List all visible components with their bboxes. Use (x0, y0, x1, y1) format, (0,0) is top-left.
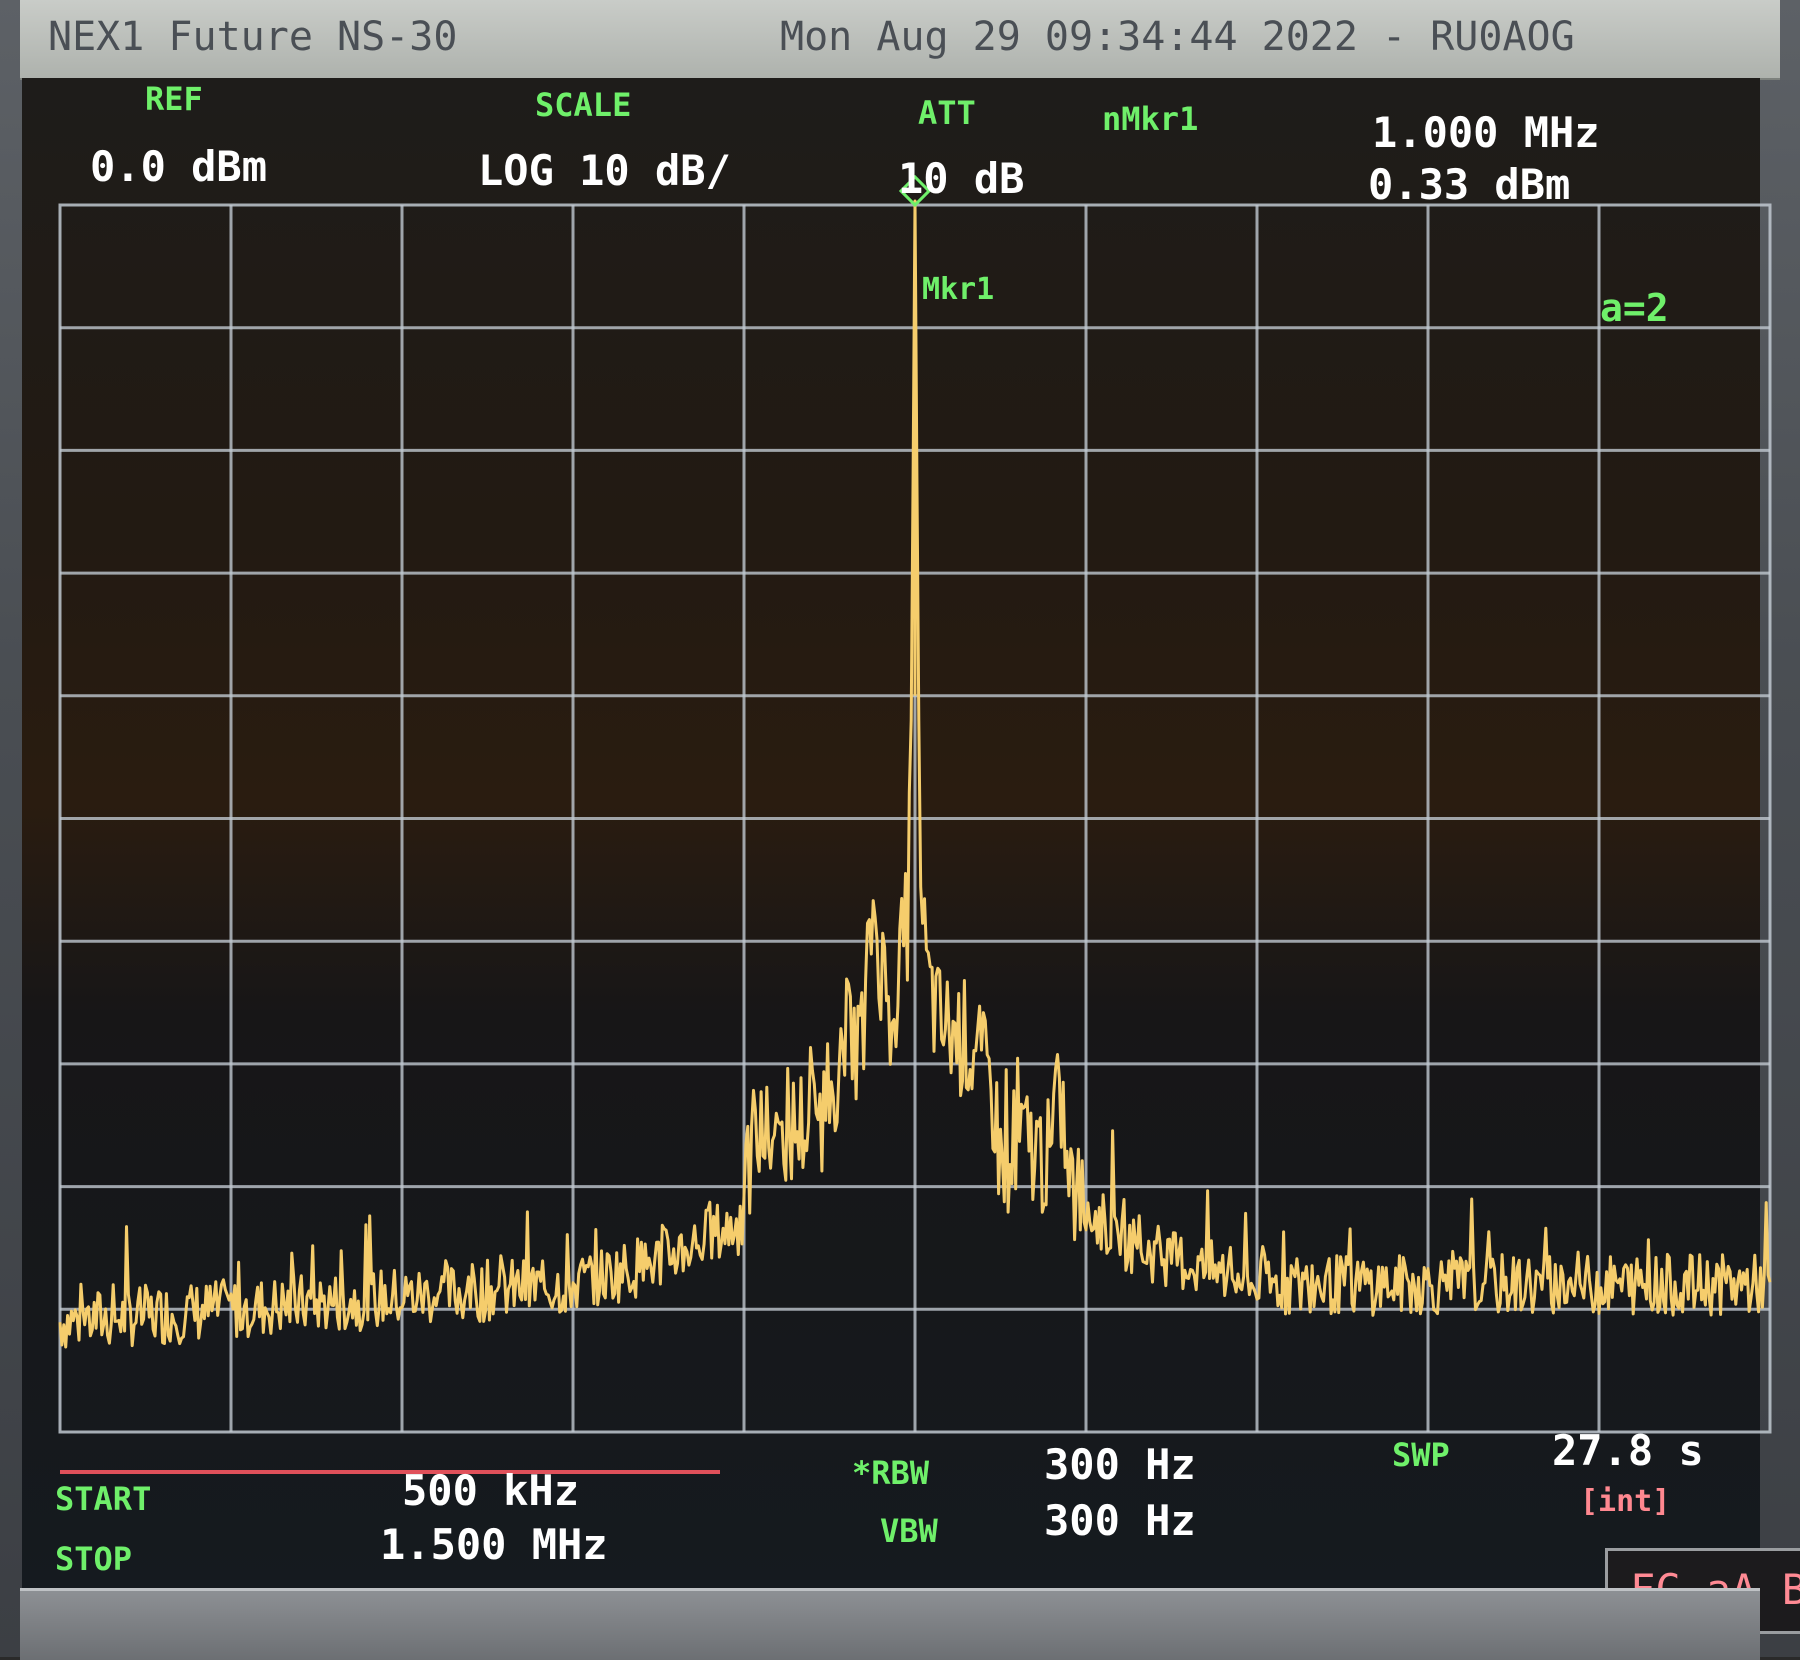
swp-value[interactable]: 27.8 s (1552, 1426, 1704, 1475)
bottom-bezel (20, 1588, 1760, 1660)
vbw-value[interactable]: 300 Hz (1044, 1496, 1196, 1545)
marker-frequency: 1.000 MHz (1372, 108, 1600, 157)
start-value[interactable]: 500 kHz (402, 1466, 579, 1515)
marker-level: 0.33 dBm (1368, 160, 1571, 209)
swp-label: SWP (1392, 1436, 1450, 1474)
spectrum-plot (58, 174, 1772, 1434)
att-label: ATT (918, 94, 976, 132)
ref-label: REF (145, 80, 203, 118)
stop-label: STOP (55, 1540, 133, 1578)
att-value[interactable]: 10 dB (898, 154, 1024, 203)
start-label: START (55, 1480, 152, 1518)
marker-label: nMkr1 (1102, 100, 1199, 138)
scale-value[interactable]: LOG 10 dB/ (478, 146, 731, 195)
scale-label: SCALE (535, 86, 632, 124)
start-underline (60, 1470, 720, 1474)
rbw-label: *RBW (852, 1454, 930, 1492)
ref-value[interactable]: 0.0 dBm (90, 142, 267, 191)
rbw-value[interactable]: 300 Hz (1044, 1440, 1196, 1489)
vbw-label: VBW (880, 1512, 938, 1550)
stop-value[interactable]: 1.500 MHz (380, 1520, 608, 1569)
averaging-indicator: a=2 (1600, 286, 1669, 330)
marker-tag: Mkr1 (922, 272, 995, 307)
swp-mode: [int] (1580, 1484, 1671, 1519)
analyzer-frame: NEX1 Future NS-30 Mon Aug 29 09:34:44 20… (0, 0, 1800, 1660)
